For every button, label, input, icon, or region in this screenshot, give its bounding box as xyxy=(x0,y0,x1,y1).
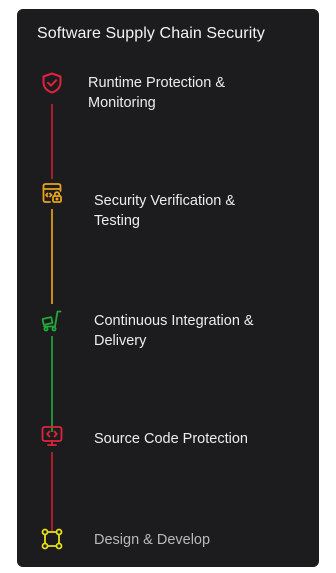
step-design-develop-label: Design & Develop xyxy=(94,530,210,550)
monitor-code-icon xyxy=(40,424,64,448)
connector-line xyxy=(51,452,53,532)
step-label-line1: Design & Develop xyxy=(94,532,211,548)
step-label-line2: Monitoring xyxy=(88,95,156,111)
step-runtime-protection-label: Runtime Protection & Monitoring xyxy=(88,73,225,113)
code-lock-icon xyxy=(40,181,64,205)
step-label-line2: Testing xyxy=(94,213,140,229)
step-label-line1: Continuous Integration & xyxy=(94,313,254,329)
step-security-verification-label: Security Verification & Testing xyxy=(94,191,235,231)
panel-title: Software Supply Chain Security xyxy=(37,25,265,42)
supply-chain-panel: Software Supply Chain Security Runtime P… xyxy=(17,9,319,567)
step-continuous-integration-label: Continuous Integration & Delivery xyxy=(94,311,254,351)
step-label-line1: Runtime Protection & xyxy=(88,75,226,91)
step-label-line2: Delivery xyxy=(94,333,147,349)
step-label-line1: Source Code Protection xyxy=(94,431,248,447)
connector-line xyxy=(51,209,53,304)
step-label-line1: Security Verification & xyxy=(94,193,236,209)
connector-line xyxy=(51,104,53,179)
delivery-cart-icon xyxy=(40,309,64,333)
shield-check-icon xyxy=(40,71,64,95)
connector-line xyxy=(51,336,53,432)
nodes-icon xyxy=(40,527,64,551)
step-source-code-protection-label: Source Code Protection xyxy=(94,429,248,449)
